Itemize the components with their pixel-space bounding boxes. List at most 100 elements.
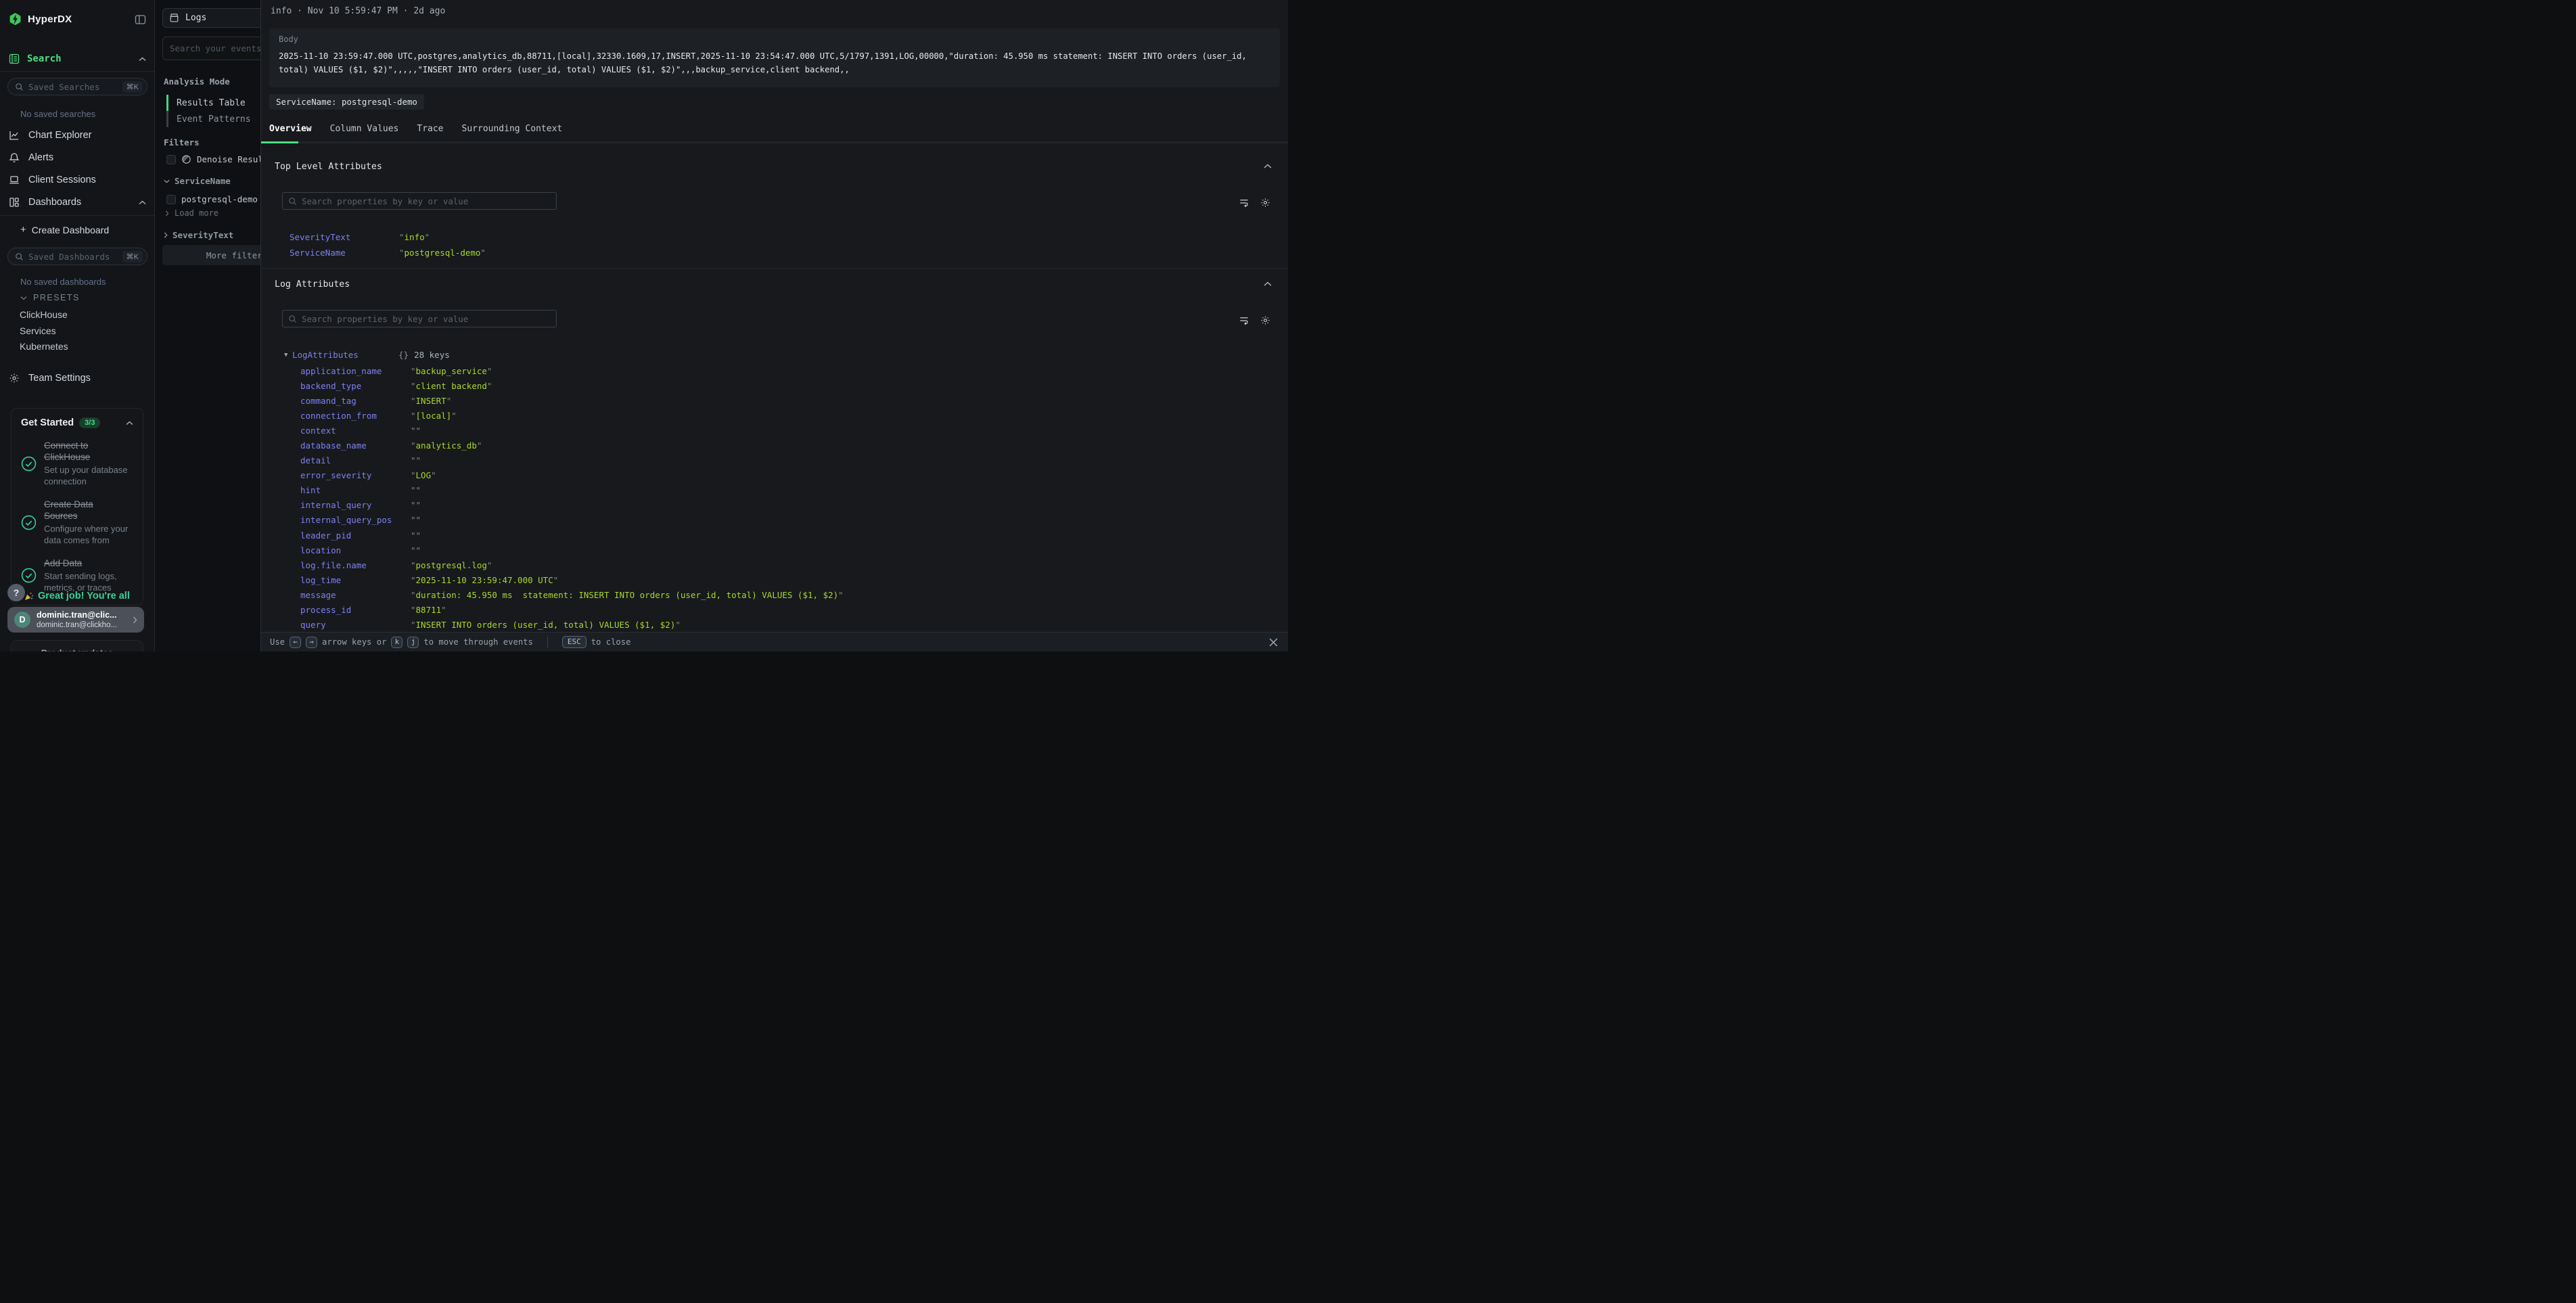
get-started-title: Get Started <box>21 417 74 428</box>
attr-key[interactable]: backend_type <box>300 381 411 391</box>
attr-value[interactable]: "" <box>411 426 421 436</box>
attr-key[interactable]: application_name <box>300 366 411 376</box>
servicename-value-row: postgresql-demo <box>166 194 258 204</box>
servicename-group-toggle[interactable]: ServiceName <box>164 176 231 186</box>
chevron-up-icon[interactable] <box>126 421 133 426</box>
attr-value[interactable]: "88711" <box>411 605 446 615</box>
mode-results-table[interactable]: Results Table <box>166 95 246 111</box>
chevron-up-icon[interactable] <box>1264 281 1272 287</box>
create-dashboard-button[interactable]: + Create Dashboard <box>20 224 109 235</box>
attr-key[interactable]: ServiceName <box>290 248 399 258</box>
sidebar-item-dashboards[interactable]: Dashboards <box>9 197 146 208</box>
attr-value[interactable]: "info" <box>399 232 430 242</box>
attr-value[interactable]: "client backend" <box>411 381 492 391</box>
attr-value[interactable]: "analytics_db" <box>411 440 482 451</box>
denoise-checkbox[interactable] <box>166 155 176 164</box>
attr-key[interactable]: LogAttributes <box>292 350 398 360</box>
body-text[interactable]: 2025-11-10 23:59:47.000 UTC,postgres,ana… <box>279 50 1270 76</box>
load-more-button[interactable]: Load more <box>165 208 218 218</box>
tab-trace[interactable]: Trace <box>417 124 443 141</box>
sidebar-item-alerts[interactable]: Alerts <box>9 152 146 163</box>
gear-icon[interactable] <box>1260 315 1270 325</box>
close-icon[interactable] <box>1269 638 1278 647</box>
tab-overview[interactable]: Overview <box>269 124 312 141</box>
attr-value[interactable]: "" <box>411 500 421 510</box>
attr-value[interactable]: "duration: 45.950 ms statement: INSERT I… <box>411 590 844 600</box>
chevron-up-icon[interactable] <box>1264 164 1272 169</box>
sidebar-item-search[interactable]: Search <box>9 53 146 64</box>
attr-value[interactable]: "postgresql.log" <box>411 560 492 570</box>
sidebar-collapse-icon[interactable] <box>135 14 146 25</box>
attr-value[interactable]: "[local]" <box>411 411 457 421</box>
check-circle-icon <box>21 456 37 472</box>
tab-column-values[interactable]: Column Values <box>330 124 399 141</box>
get-started-step-connect[interactable]: Connect to ClickHouse Set up your databa… <box>21 440 133 487</box>
attr-value[interactable]: "" <box>411 515 421 525</box>
user-email: dominic.tran@clickho... <box>37 620 117 630</box>
gear-icon <box>9 373 20 384</box>
attr-key[interactable]: hint <box>300 485 411 495</box>
attr-key[interactable]: internal_query <box>300 500 411 510</box>
attr-key[interactable]: query <box>300 620 411 630</box>
postgresql-demo-checkbox[interactable] <box>166 195 176 204</box>
attr-value[interactable]: "INSERT" <box>411 396 451 406</box>
help-button[interactable]: ? <box>7 584 25 601</box>
attr-value[interactable]: "postgresql-demo" <box>399 248 486 258</box>
preset-services[interactable]: Services <box>20 325 56 336</box>
attr-key[interactable]: location <box>300 545 411 555</box>
user-menu[interactable]: D dominic.tran@clic... dominic.tran@clic… <box>7 607 144 633</box>
severitytext-group-toggle[interactable]: SeverityText <box>164 230 233 240</box>
attr-value[interactable]: "" <box>411 545 421 555</box>
attr-key[interactable]: message <box>300 590 411 600</box>
preset-kubernetes[interactable]: Kubernetes <box>20 341 68 352</box>
attr-key[interactable]: log.file.name <box>300 560 411 570</box>
attr-key[interactable]: detail <box>300 455 411 465</box>
sidebar-item-client-sessions[interactable]: Client Sessions <box>9 175 146 185</box>
wrap-lines-icon[interactable] <box>1239 315 1249 325</box>
attr-value[interactable]: "" <box>411 455 421 465</box>
get-started-header[interactable]: Get Started 3/3 <box>21 417 133 428</box>
top-attrs-search-input[interactable]: Search properties by key or value <box>282 192 557 210</box>
gear-icon[interactable] <box>1260 198 1270 208</box>
log-attribute-row: command_tag "INSERT" <box>300 393 1280 408</box>
attr-key[interactable]: process_id <box>300 605 411 615</box>
nav-label: Alerts <box>28 152 53 163</box>
chevron-up-icon[interactable] <box>139 200 146 205</box>
sidebar-item-chart-explorer[interactable]: Chart Explorer <box>9 130 146 141</box>
mode-event-patterns[interactable]: Event Patterns <box>166 111 251 127</box>
bottom-card[interactable]: Product updates <box>11 640 143 652</box>
body-label: Body <box>279 35 298 44</box>
attr-key[interactable]: leader_pid <box>300 530 411 541</box>
attr-key[interactable]: internal_query_pos <box>300 515 411 525</box>
saved-dashboards-input[interactable]: Saved Dashboards ⌘K <box>7 248 147 265</box>
attr-value[interactable]: "INSERT INTO orders (user_id, total) VAL… <box>411 620 681 630</box>
attr-key[interactable]: context <box>300 426 411 436</box>
attr-key[interactable]: log_time <box>300 575 411 585</box>
attr-value[interactable]: "" <box>411 530 421 541</box>
get-started-step-sources[interactable]: Create Data Sources Configure where your… <box>21 499 133 546</box>
tab-surrounding-context[interactable]: Surrounding Context <box>462 124 563 141</box>
presets-toggle[interactable]: PRESETS <box>20 293 80 302</box>
wrap-lines-icon[interactable] <box>1239 198 1249 208</box>
attr-key[interactable]: error_severity <box>300 470 411 480</box>
saved-searches-input[interactable]: Saved Searches ⌘K <box>7 78 147 95</box>
log-attrs-title: Log Attributes <box>275 279 350 290</box>
sidebar-item-team-settings[interactable]: Team Settings <box>9 373 146 384</box>
attr-value[interactable]: "LOG" <box>411 470 436 480</box>
get-started-card: Get Started 3/3 Connect to ClickHouse Se… <box>11 408 143 605</box>
top-attrs-title: Top Level Attributes <box>275 162 382 172</box>
log-attrs-search-input[interactable]: Search properties by key or value <box>282 310 557 327</box>
chevron-up-icon[interactable] <box>139 57 146 62</box>
search-icon <box>288 197 297 206</box>
attr-value[interactable]: "backup_service" <box>411 366 492 376</box>
servicename-chip[interactable]: ServiceName: postgresql-demo <box>269 94 424 110</box>
preset-clickhouse[interactable]: ClickHouse <box>20 309 68 320</box>
attr-key[interactable]: command_tag <box>300 396 411 406</box>
caret-down-icon[interactable]: ▼ <box>284 352 292 359</box>
attr-key[interactable]: database_name <box>300 440 411 451</box>
attr-key[interactable]: connection_from <box>300 411 411 421</box>
attr-key[interactable]: SeverityText <box>290 232 399 242</box>
step-desc: Set up your database connection <box>44 464 129 487</box>
attr-value[interactable]: "" <box>411 485 421 495</box>
attr-value[interactable]: "2025-11-10 23:59:47.000 UTC" <box>411 575 558 585</box>
